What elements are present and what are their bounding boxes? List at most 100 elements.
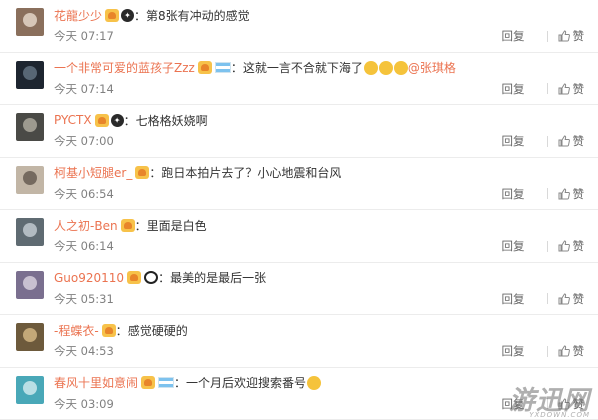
comment-timestamp: 今天 05:31	[54, 291, 502, 307]
comment-timestamp: 今天 04:53	[54, 343, 502, 359]
reply-button[interactable]: 回复	[502, 186, 525, 202]
comment-timestamp: 今天 07:00	[54, 133, 502, 149]
comment-line: PYCTX ✦ ： 七格格妖娆啊	[54, 111, 208, 129]
like-label: 赞	[573, 291, 585, 307]
like-button[interactable]: 赞	[558, 28, 585, 44]
separator: ：	[231, 59, 243, 76]
username-link[interactable]: 花龍少少	[54, 7, 102, 24]
like-label: 赞	[573, 186, 585, 202]
comment-list: 花龍少少 ✦ ： 第8张有冲动的感觉 今天 07:17 回复 赞 一个非常可爱的…	[0, 0, 598, 420]
mention-link[interactable]: @张琪格	[408, 59, 456, 76]
comment-line: 花龍少少 ✦ ： 第8张有冲动的感觉	[54, 6, 250, 24]
avatar[interactable]	[16, 271, 44, 299]
separator: ：	[134, 7, 146, 24]
avatar[interactable]	[16, 8, 44, 36]
comment-item: 一个非常可爱的蓝孩子Zzz ： 这就一言不合就下海了 @张琪格 今天 07:14…	[0, 53, 598, 106]
comment-text: 里面是白色	[147, 217, 207, 234]
avatar[interactable]	[16, 61, 44, 89]
username-link[interactable]: Guo920110	[54, 271, 124, 285]
username-link[interactable]: 一个非常可爱的蓝孩子Zzz	[54, 59, 195, 76]
comment-timestamp: 今天 07:17	[54, 28, 502, 44]
vip-badge-icon	[121, 219, 135, 232]
thumbs-up-icon	[558, 293, 573, 305]
separator: ：	[124, 112, 136, 129]
comment-line: 人之初-Ben ： 里面是白色	[54, 216, 207, 234]
comment-item: PYCTX ✦ ： 七格格妖娆啊 今天 07:00 回复 赞	[0, 105, 598, 158]
like-button[interactable]: 赞	[558, 133, 585, 149]
comment-text: 最美的是最后一张	[170, 269, 266, 286]
comment-text: 第8张有冲动的感觉	[146, 7, 250, 24]
vip-badge-icon	[141, 376, 155, 389]
action-divider	[547, 83, 548, 94]
reply-button[interactable]: 回复	[502, 238, 525, 254]
comment-timestamp: 今天 06:14	[54, 238, 502, 254]
emoji-icon	[364, 61, 378, 75]
comment-timestamp: 今天 06:54	[54, 186, 502, 202]
member-badge-icon: ✦	[111, 114, 124, 127]
like-button[interactable]: 赞	[558, 343, 585, 359]
action-divider	[547, 293, 548, 304]
emoji-icon	[307, 376, 321, 390]
avatar[interactable]	[16, 323, 44, 351]
comment-line: 春风十里如意闹 ： 一个月后欢迎搜索番号	[54, 374, 321, 392]
like-label: 赞	[573, 343, 585, 359]
username-link[interactable]: 春风十里如意闹	[54, 374, 138, 391]
like-button[interactable]: 赞	[558, 186, 585, 202]
reply-button[interactable]: 回复	[502, 28, 525, 44]
member-badge-icon: ✦	[121, 9, 134, 22]
vip-badge-icon	[105, 9, 119, 22]
like-label: 赞	[573, 81, 585, 97]
comment-line: 一个非常可爱的蓝孩子Zzz ： 这就一言不合就下海了 @张琪格	[54, 59, 456, 77]
avatar[interactable]	[16, 376, 44, 404]
avatar[interactable]	[16, 218, 44, 246]
thumbs-up-icon	[558, 83, 573, 95]
comment-text: 七格格妖娆啊	[136, 112, 208, 129]
comment-timestamp: 今天 03:09	[54, 396, 502, 412]
flag-icon	[158, 377, 174, 388]
reply-button[interactable]: 回复	[502, 81, 525, 97]
emoji-icon	[394, 61, 408, 75]
like-button[interactable]: 赞	[558, 238, 585, 254]
username-link[interactable]: 柯基小短腿er_	[54, 164, 132, 181]
avatar[interactable]	[16, 166, 44, 194]
action-divider	[547, 241, 548, 252]
flag-icon	[215, 62, 231, 73]
comment-line: -程蝶衣- ： 感觉硬硬的	[54, 321, 188, 339]
emoji-icon	[379, 61, 393, 75]
comment-text: 跑日本拍片去了？小心地震和台风	[161, 164, 341, 181]
thumbs-up-icon	[558, 135, 573, 147]
action-divider	[547, 188, 548, 199]
separator: ：	[149, 164, 161, 181]
vip-badge-icon	[95, 114, 109, 127]
vip-badge-icon	[198, 61, 212, 74]
username-link[interactable]: PYCTX	[54, 113, 92, 127]
thumbs-up-icon	[558, 240, 573, 252]
comment-line: 柯基小短腿er_ ： 跑日本拍片去了？小心地震和台风	[54, 164, 341, 182]
watermark-subtext: YXDOWN.COM	[529, 411, 590, 419]
reply-button[interactable]: 回复	[502, 291, 525, 307]
watermark-logo: 游迅网 YXDOWN.COM	[509, 380, 590, 417]
reply-button[interactable]: 回复	[502, 133, 525, 149]
vip-badge-icon	[127, 271, 141, 284]
username-link[interactable]: 人之初-Ben	[54, 217, 118, 234]
username-link[interactable]: -程蝶衣-	[54, 322, 99, 339]
like-label: 赞	[573, 28, 585, 44]
reply-button[interactable]: 回复	[502, 343, 525, 359]
like-button[interactable]: 赞	[558, 291, 585, 307]
vip-badge-icon	[135, 166, 149, 179]
comment-item: Guo920110 ： 最美的是最后一张 今天 05:31 回复 赞	[0, 263, 598, 316]
avatar[interactable]	[16, 113, 44, 141]
separator: ：	[158, 269, 170, 286]
comment-text: 一个月后欢迎搜索番号	[186, 374, 306, 391]
separator: ：	[116, 322, 128, 339]
separator: ：	[174, 374, 186, 391]
thumbs-up-icon	[558, 30, 573, 42]
action-divider	[547, 346, 548, 357]
thumbs-up-icon	[558, 345, 573, 357]
comment-text: 感觉硬硬的	[128, 322, 188, 339]
like-label: 赞	[573, 133, 585, 149]
comment-text: 这就一言不合就下海了	[243, 59, 363, 76]
comment-timestamp: 今天 07:14	[54, 81, 502, 97]
like-button[interactable]: 赞	[558, 81, 585, 97]
comment-item: 柯基小短腿er_ ： 跑日本拍片去了？小心地震和台风 今天 06:54 回复 赞	[0, 158, 598, 211]
